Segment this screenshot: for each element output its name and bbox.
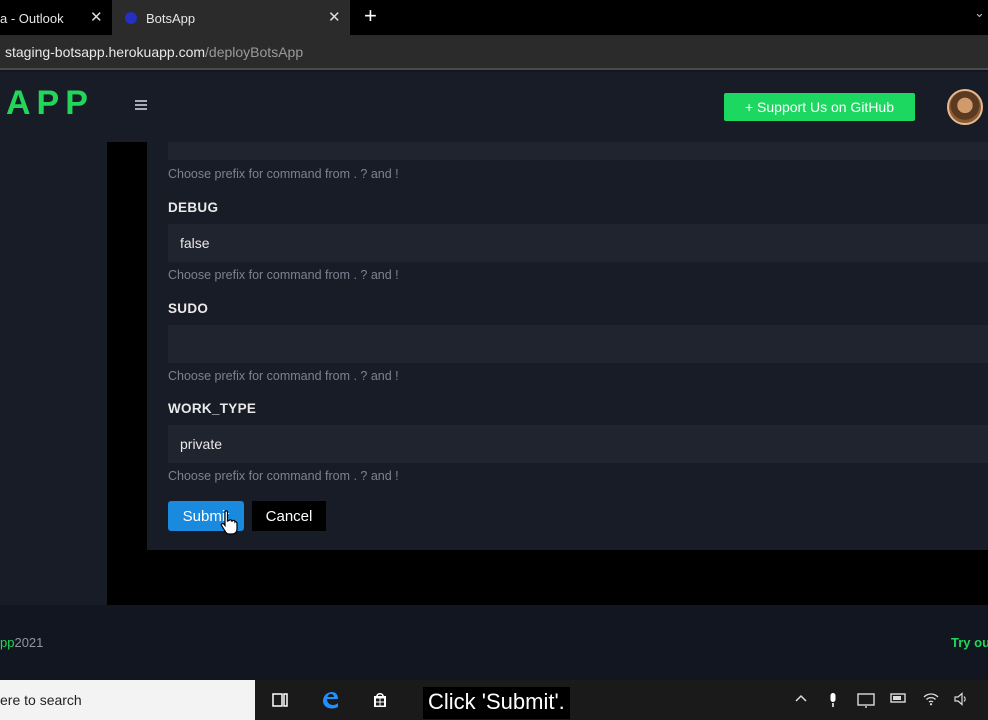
debug-input[interactable]: false	[168, 224, 988, 262]
tab-title: a - Outlook	[0, 11, 64, 26]
tray-chevron-up-icon[interactable]	[794, 692, 808, 706]
chevron-down-icon[interactable]: ⌄	[974, 5, 985, 21]
task-view-icon[interactable]	[270, 690, 290, 710]
sudo-label: SUDO	[168, 301, 209, 316]
brand-logo[interactable]: APP	[6, 84, 94, 123]
url-host: staging-botsapp.herokuapp.com	[5, 44, 206, 60]
botsapp-favicon-icon	[125, 12, 137, 24]
tab-outlook[interactable]: a - Outlook ✕	[0, 0, 112, 35]
sudo-hint: Choose prefix for command from . ? and !	[168, 369, 399, 383]
microphone-icon[interactable]	[827, 692, 839, 708]
tab-title: BotsApp	[146, 11, 196, 26]
footer: pp2021 Try ou	[0, 605, 988, 680]
battery-icon[interactable]	[890, 692, 908, 704]
close-icon[interactable]: ✕	[328, 8, 341, 26]
support-github-button[interactable]: + Support Us on GitHub	[724, 93, 915, 121]
hand-cursor-icon	[220, 510, 238, 535]
url-text[interactable]: staging-botsapp.herokuapp.com/deployBots…	[5, 44, 303, 60]
new-tab-icon[interactable]: +	[364, 4, 377, 28]
tab-botsapp[interactable]: BotsApp ✕	[112, 0, 350, 35]
browser-tab-bar: a - Outlook ✕ BotsApp ✕ + ⌄	[0, 0, 988, 35]
footer-brand: pp	[0, 635, 15, 650]
work-type-hint: Choose prefix for command from . ? and !	[168, 469, 399, 483]
debug-hint: Choose prefix for command from . ? and !	[168, 268, 399, 282]
wifi-icon[interactable]	[923, 692, 939, 706]
work-type-input[interactable]: private	[168, 425, 988, 463]
footer-copyright: pp2021	[0, 635, 43, 650]
hamburger-menu-icon[interactable]	[135, 100, 147, 110]
display-settings-icon[interactable]	[857, 692, 875, 708]
content-gutter	[107, 142, 147, 605]
store-icon[interactable]	[370, 690, 390, 710]
work-type-label: WORK_TYPE	[168, 401, 257, 416]
close-icon[interactable]: ✕	[90, 8, 103, 26]
footer-link[interactable]: Try ou	[951, 635, 988, 650]
url-path: /deployBotsApp	[205, 44, 304, 60]
edge-browser-icon[interactable]	[320, 690, 340, 710]
app-header: APP + Support Us on GitHub	[0, 72, 988, 142]
volume-icon[interactable]	[953, 692, 969, 706]
taskbar-search-box[interactable]: ere to search	[0, 680, 255, 720]
prefix-input[interactable]	[168, 142, 988, 160]
sidebar	[0, 142, 107, 605]
address-bar[interactable]: staging-botsapp.herokuapp.com/deployBots…	[0, 35, 988, 70]
sudo-input[interactable]	[168, 325, 988, 363]
footer-year: 2021	[14, 635, 44, 650]
cancel-button[interactable]: Cancel	[252, 501, 326, 531]
prefix-hint: Choose prefix for command from . ? and !	[168, 167, 399, 181]
debug-label: DEBUG	[168, 200, 219, 215]
avatar[interactable]	[947, 89, 983, 125]
video-caption: Click 'Submit'.	[423, 687, 570, 719]
